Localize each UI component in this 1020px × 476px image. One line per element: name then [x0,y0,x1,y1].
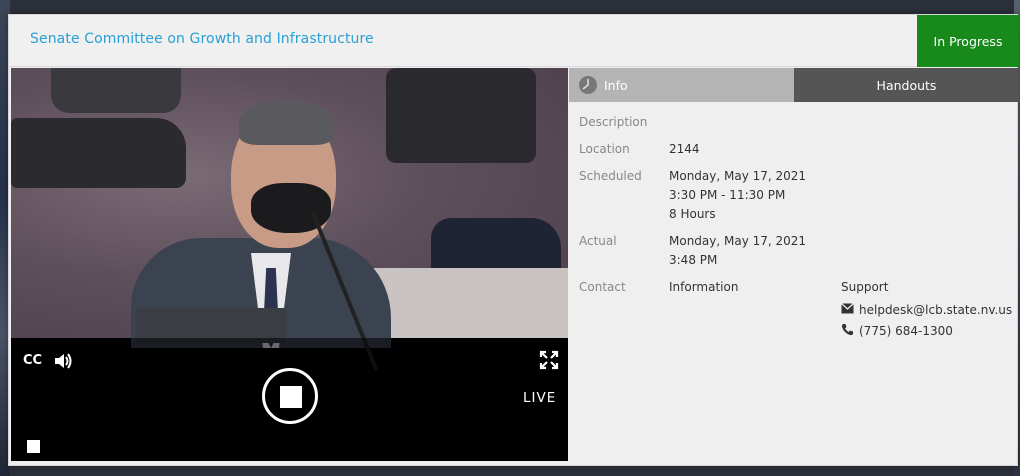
info-tabs: Info Handouts [569,68,1019,102]
phone-icon [841,323,854,339]
meeting-title: Senate Committee on Growth and Infrastru… [30,31,374,47]
stop-button[interactable] [262,368,318,424]
actual-label: Actual [579,234,617,248]
meeting-details: Description Location 2144 Scheduled Mond… [569,102,1019,462]
contact-label: Contact [579,280,626,294]
description-label: Description [579,115,648,129]
contact-information: Information [669,280,739,294]
volume-icon[interactable] [53,352,73,370]
support-email-text[interactable]: helpdesk@lcb.state.nv.us [859,303,1012,317]
scheduled-duration: 8 Hours [669,207,716,221]
scheduled-label: Scheduled [579,169,642,183]
meeting-header: Senate Committee on Growth and Infrastru… [9,15,1019,67]
speaker-hair [239,100,334,145]
support-email[interactable]: helpdesk@lcb.state.nv.us [841,303,1012,317]
support-label: Support [841,280,889,294]
tab-handouts[interactable]: Handouts [794,68,1019,102]
chair-shape [386,68,536,163]
tab-info[interactable]: Info [569,68,794,102]
actual-time: 3:48 PM [669,253,718,267]
tab-info-label: Info [604,77,628,93]
fullscreen-icon[interactable] [539,350,559,370]
scheduled-date: Monday, May 17, 2021 [669,169,807,183]
envelope-icon [841,303,854,317]
chair-shape [11,118,186,188]
mini-square-icon[interactable] [27,440,40,453]
actual-date: Monday, May 17, 2021 [669,234,807,248]
live-indicator: LIVE [523,390,557,406]
status-badge: In Progress [917,15,1019,67]
stop-icon [280,386,302,408]
clock-icon [578,75,598,95]
captions-button[interactable]: CC [23,353,42,368]
meeting-panel: Senate Committee on Growth and Infrastru… [8,14,1019,466]
video-player[interactable]: CC LIVE [11,68,568,461]
chair-shape [51,68,181,113]
support-phone-text[interactable]: (775) 684-1300 [859,324,953,338]
scheduled-time: 3:30 PM - 11:30 PM [669,188,786,202]
video-frame [11,68,568,372]
location-label: Location [579,142,630,156]
location-value: 2144 [669,142,700,156]
support-phone[interactable]: (775) 684-1300 [841,323,953,339]
